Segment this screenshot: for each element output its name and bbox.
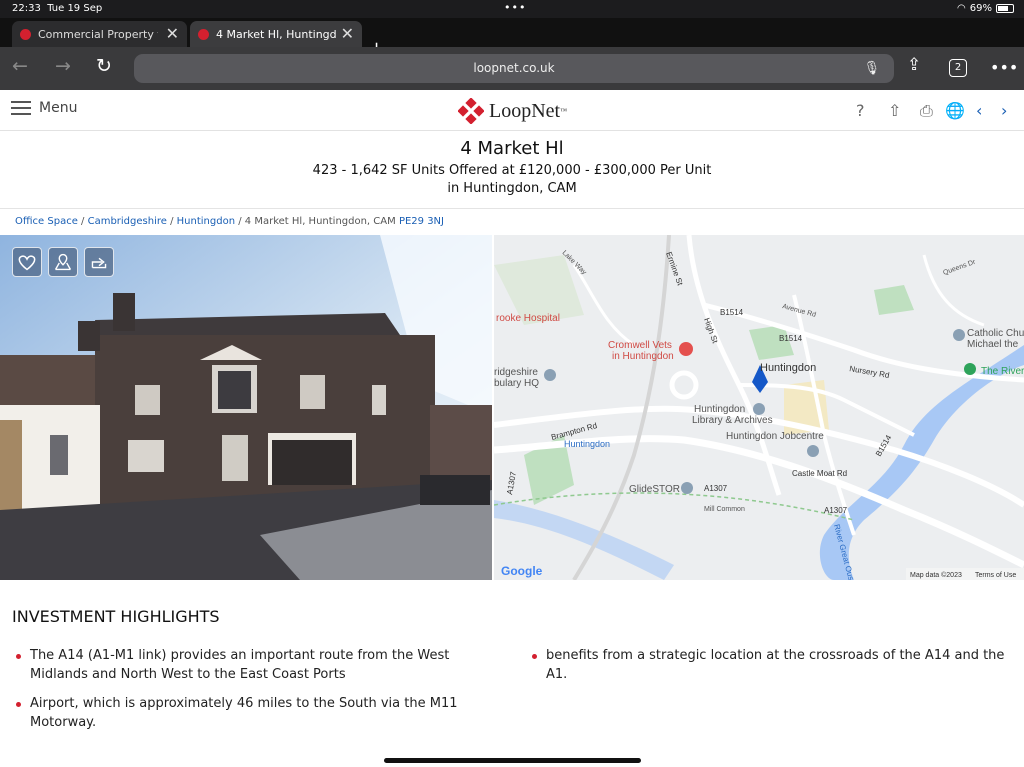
site-header: Menu LoopNet ™ ? ⇧ ⎙ 🌐 ‹ › (0, 90, 1024, 131)
map-label-library-2: Library & Archives (692, 415, 773, 426)
loopnet-favicon (198, 28, 209, 40)
close-tab-icon[interactable]: ✕ (166, 24, 179, 43)
breadcrumb-separator: / (170, 216, 174, 227)
logo-text: LoopNet (489, 99, 561, 122)
loopnet-logo[interactable]: LoopNet ™ (458, 98, 567, 124)
next-listing-icon[interactable]: › (1001, 101, 1007, 120)
status-indicators: ◠ 69% (957, 3, 1014, 14)
map-label-vets-2: in Huntingdon (612, 351, 674, 362)
breadcrumb-separator: / (81, 216, 85, 227)
breadcrumb: Office Space / Cambridgeshire / Huntingd… (0, 208, 1024, 235)
browser-toolbar: ← → ↻ loopnet.co.uk 🎙 ⇪ 2 ••• (0, 47, 1024, 90)
map-label-library-1: Huntingdon (694, 404, 745, 415)
share-listing-icon[interactable]: ⇧ (888, 101, 901, 120)
browser-tab-market-hl[interactable]: 4 Market Hl, Huntingdon ✕ (190, 21, 362, 47)
share-photo-button[interactable] (84, 247, 114, 277)
map-terms-link[interactable]: Terms of Use (975, 572, 1016, 579)
home-indicator[interactable] (384, 758, 641, 763)
back-icon[interactable]: ← (12, 55, 28, 77)
multitasking-dots[interactable]: ••• (504, 1, 526, 14)
print-icon[interactable]: ⎙ (920, 101, 933, 121)
microphone-icon[interactable]: 🎙 (863, 54, 880, 83)
map-label-mill-common: Mill Common (704, 506, 745, 513)
highlight-item: Airport, which is approximately 46 miles… (16, 694, 480, 732)
investment-highlights-heading: INVESTMENT HIGHLIGHTS (12, 607, 220, 626)
status-bar: 22:33 Tue 19 Sep ••• ◠ 69% (0, 0, 1024, 18)
menu-label: Menu (39, 100, 78, 116)
map-label-jobcentre: Huntingdon Jobcentre (726, 431, 824, 442)
help-icon[interactable]: ? (856, 101, 865, 120)
map-canvas: rooke Hospital Cromwell Vets in Huntingd… (494, 235, 1024, 580)
browser-tab-bar: Commercial Property for Sale ✕ 4 Market … (0, 18, 1024, 59)
map-label-river: The River (981, 366, 1024, 377)
map-label-b1514-b: B1514 (779, 334, 803, 343)
tab-title: Commercial Property for Sale (38, 27, 158, 41)
breadcrumb-separator: / (238, 216, 242, 227)
close-tab-icon[interactable]: ✕ (341, 24, 354, 43)
listing-subtitle-line1: 423 - 1,642 SF Units Offered at £120,000… (312, 163, 712, 178)
map-label-b1514-a: B1514 (720, 308, 744, 317)
highlight-item: The A14 (A1-M1 link) provides an importa… (16, 646, 480, 684)
map-view-button[interactable] (48, 247, 78, 277)
map-label-a1307-a: A1307 (704, 484, 728, 493)
listing-title: 4 Market Hl (460, 138, 564, 159)
loopnet-logo-icon (458, 98, 484, 124)
breadcrumb-huntingdon[interactable]: Huntingdon (177, 216, 235, 227)
previous-listing-icon[interactable]: ‹ (976, 101, 982, 120)
map-label-cambs-1: ridgeshire (494, 367, 538, 378)
globe-icon[interactable]: 🌐 (945, 101, 965, 120)
battery-percent: 69% (969, 3, 992, 14)
building-photo-image (0, 235, 492, 580)
wifi-icon: ◠ (957, 3, 966, 14)
save-favorite-button[interactable] (12, 247, 42, 277)
forward-icon[interactable]: → (55, 55, 71, 77)
hamburger-icon (11, 101, 31, 115)
breadcrumb-current: 4 Market Hl, Huntingdon, CAM (244, 216, 396, 227)
map-label-catholic-1: Catholic Chu (967, 328, 1024, 339)
map-label-castle-moat-rd: Castle Moat Rd (792, 469, 847, 478)
map-label-vets-1: Cromwell Vets (608, 340, 672, 351)
loopnet-favicon (20, 28, 31, 40)
battery-icon (996, 4, 1014, 13)
menu-button[interactable]: Menu (11, 100, 77, 116)
logo-trademark: ™ (560, 107, 567, 115)
map-label-a1307-b: A1307 (824, 506, 848, 515)
map-label-huntingdon: Huntingdon (760, 362, 816, 374)
google-logo: Google (501, 564, 543, 578)
share-arrow-icon (91, 257, 107, 269)
map-label-hospital: rooke Hospital (496, 313, 560, 324)
property-photo[interactable] (0, 235, 492, 580)
reload-icon[interactable]: ↻ (96, 55, 112, 77)
map-data-attribution: Map data ©2023 (910, 571, 962, 579)
listing-subtitle-line2: in Huntingdon, CAM (447, 181, 577, 196)
tab-title: 4 Market Hl, Huntingdon (216, 27, 336, 41)
share-icon[interactable]: ⇪ (907, 55, 921, 75)
address-text: loopnet.co.uk (473, 61, 555, 75)
breadcrumb-postcode[interactable]: PE29 3NJ (399, 216, 444, 227)
address-bar[interactable]: loopnet.co.uk 🎙 (134, 54, 894, 83)
breadcrumb-office-space[interactable]: Office Space (15, 216, 78, 227)
tab-overview-button[interactable]: 2 (949, 59, 967, 77)
browser-tab-commercial-property[interactable]: Commercial Property for Sale ✕ (12, 21, 187, 47)
highlight-item: benefits from a strategic location at th… (532, 648, 1005, 682)
map-label-catholic-2: Michael the (967, 339, 1019, 350)
location-map[interactable]: rooke Hospital Cromwell Vets in Huntingd… (494, 235, 1024, 580)
status-time-date: 22:33 Tue 19 Sep (12, 3, 103, 14)
map-label-glidestor: GlideSTOR (629, 484, 680, 495)
listing-title-block: 4 Market Hl 423 - 1,642 SF Units Offered… (0, 138, 1024, 198)
map-pin-icon (54, 253, 72, 271)
heart-icon (18, 255, 36, 271)
map-label-cambs-2: bulary HQ (494, 378, 539, 389)
map-label-station: Huntingdon (564, 439, 610, 449)
more-icon[interactable]: ••• (990, 58, 1018, 77)
breadcrumb-cambridgeshire[interactable]: Cambridgeshire (88, 216, 167, 227)
